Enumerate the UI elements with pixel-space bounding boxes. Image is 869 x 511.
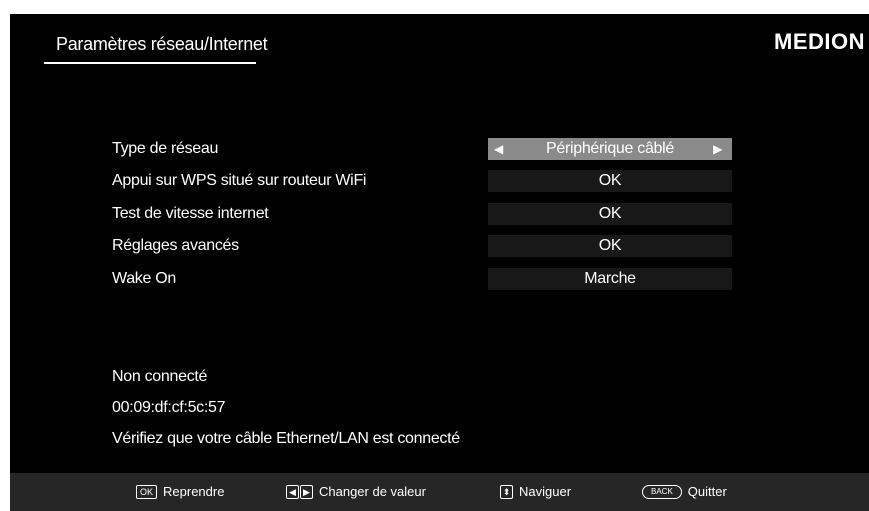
cable-hint: Vérifiez que votre câble Ethernet/LAN es… [112, 430, 460, 447]
wake-on-label: Wake On [112, 270, 176, 287]
footer-bar: OK Reprendre ◀ ▶ Changer de valeur ⬍ Nav… [10, 473, 869, 511]
settings-row-wps[interactable]: Appui sur WPS situé sur routeur WiFi OK [10, 170, 869, 192]
connection-status: Non connecté [112, 368, 208, 385]
change-value-label: Changer de valeur [319, 484, 426, 499]
right-arrow-icon[interactable]: ▶ [713, 138, 722, 160]
settings-row-network-type[interactable]: Type de réseau ◀ Périphérique câblé ▶ [10, 138, 869, 160]
footer-resume[interactable]: OK Reprendre [136, 484, 224, 500]
network-type-value-selector[interactable]: ◀ Périphérique câblé ▶ [488, 138, 732, 160]
ok-key-icon: OK [136, 485, 158, 499]
right-key-icon: ▶ [300, 485, 313, 499]
left-key-icon: ◀ [286, 485, 299, 499]
speed-test-label: Test de vitesse internet [112, 205, 269, 222]
footer-navigate[interactable]: ⬍ Naviguer [500, 484, 571, 500]
speed-test-ok-button[interactable]: OK [488, 203, 732, 225]
mac-address: 00:09:df:cf:5c:57 [112, 399, 226, 416]
wps-label: Appui sur WPS situé sur routeur WiFi [112, 172, 367, 189]
wake-on-value[interactable]: Marche [488, 268, 732, 290]
back-key-icon: BACK [642, 485, 682, 499]
settings-row-speed-test[interactable]: Test de vitesse internet OK [10, 203, 869, 225]
up-down-key-icon: ⬍ [500, 485, 513, 499]
brand-logo: MEDION [774, 29, 865, 54]
wps-ok-button[interactable]: OK [488, 170, 732, 192]
page-title: Paramètres réseau/Internet [56, 34, 268, 54]
resume-label: Reprendre [163, 484, 225, 499]
tv-screen: Paramètres réseau/Internet MEDION Type d… [10, 14, 869, 511]
quit-label: Quitter [687, 484, 727, 499]
advanced-settings-ok-button[interactable]: OK [488, 235, 732, 257]
navigate-label: Naviguer [519, 484, 572, 499]
network-type-value: Périphérique câblé [545, 140, 675, 157]
settings-row-advanced[interactable]: Réglages avancés OK [10, 235, 869, 257]
footer-quit[interactable]: BACK Quitter [642, 484, 727, 500]
settings-row-wake-on[interactable]: Wake On Marche [10, 268, 869, 290]
left-arrow-icon[interactable]: ◀ [494, 138, 503, 160]
title-underline [44, 62, 256, 64]
network-type-label: Type de réseau [112, 140, 219, 157]
advanced-settings-label: Réglages avancés [112, 237, 239, 254]
footer-change-value[interactable]: ◀ ▶ Changer de valeur [286, 484, 426, 500]
